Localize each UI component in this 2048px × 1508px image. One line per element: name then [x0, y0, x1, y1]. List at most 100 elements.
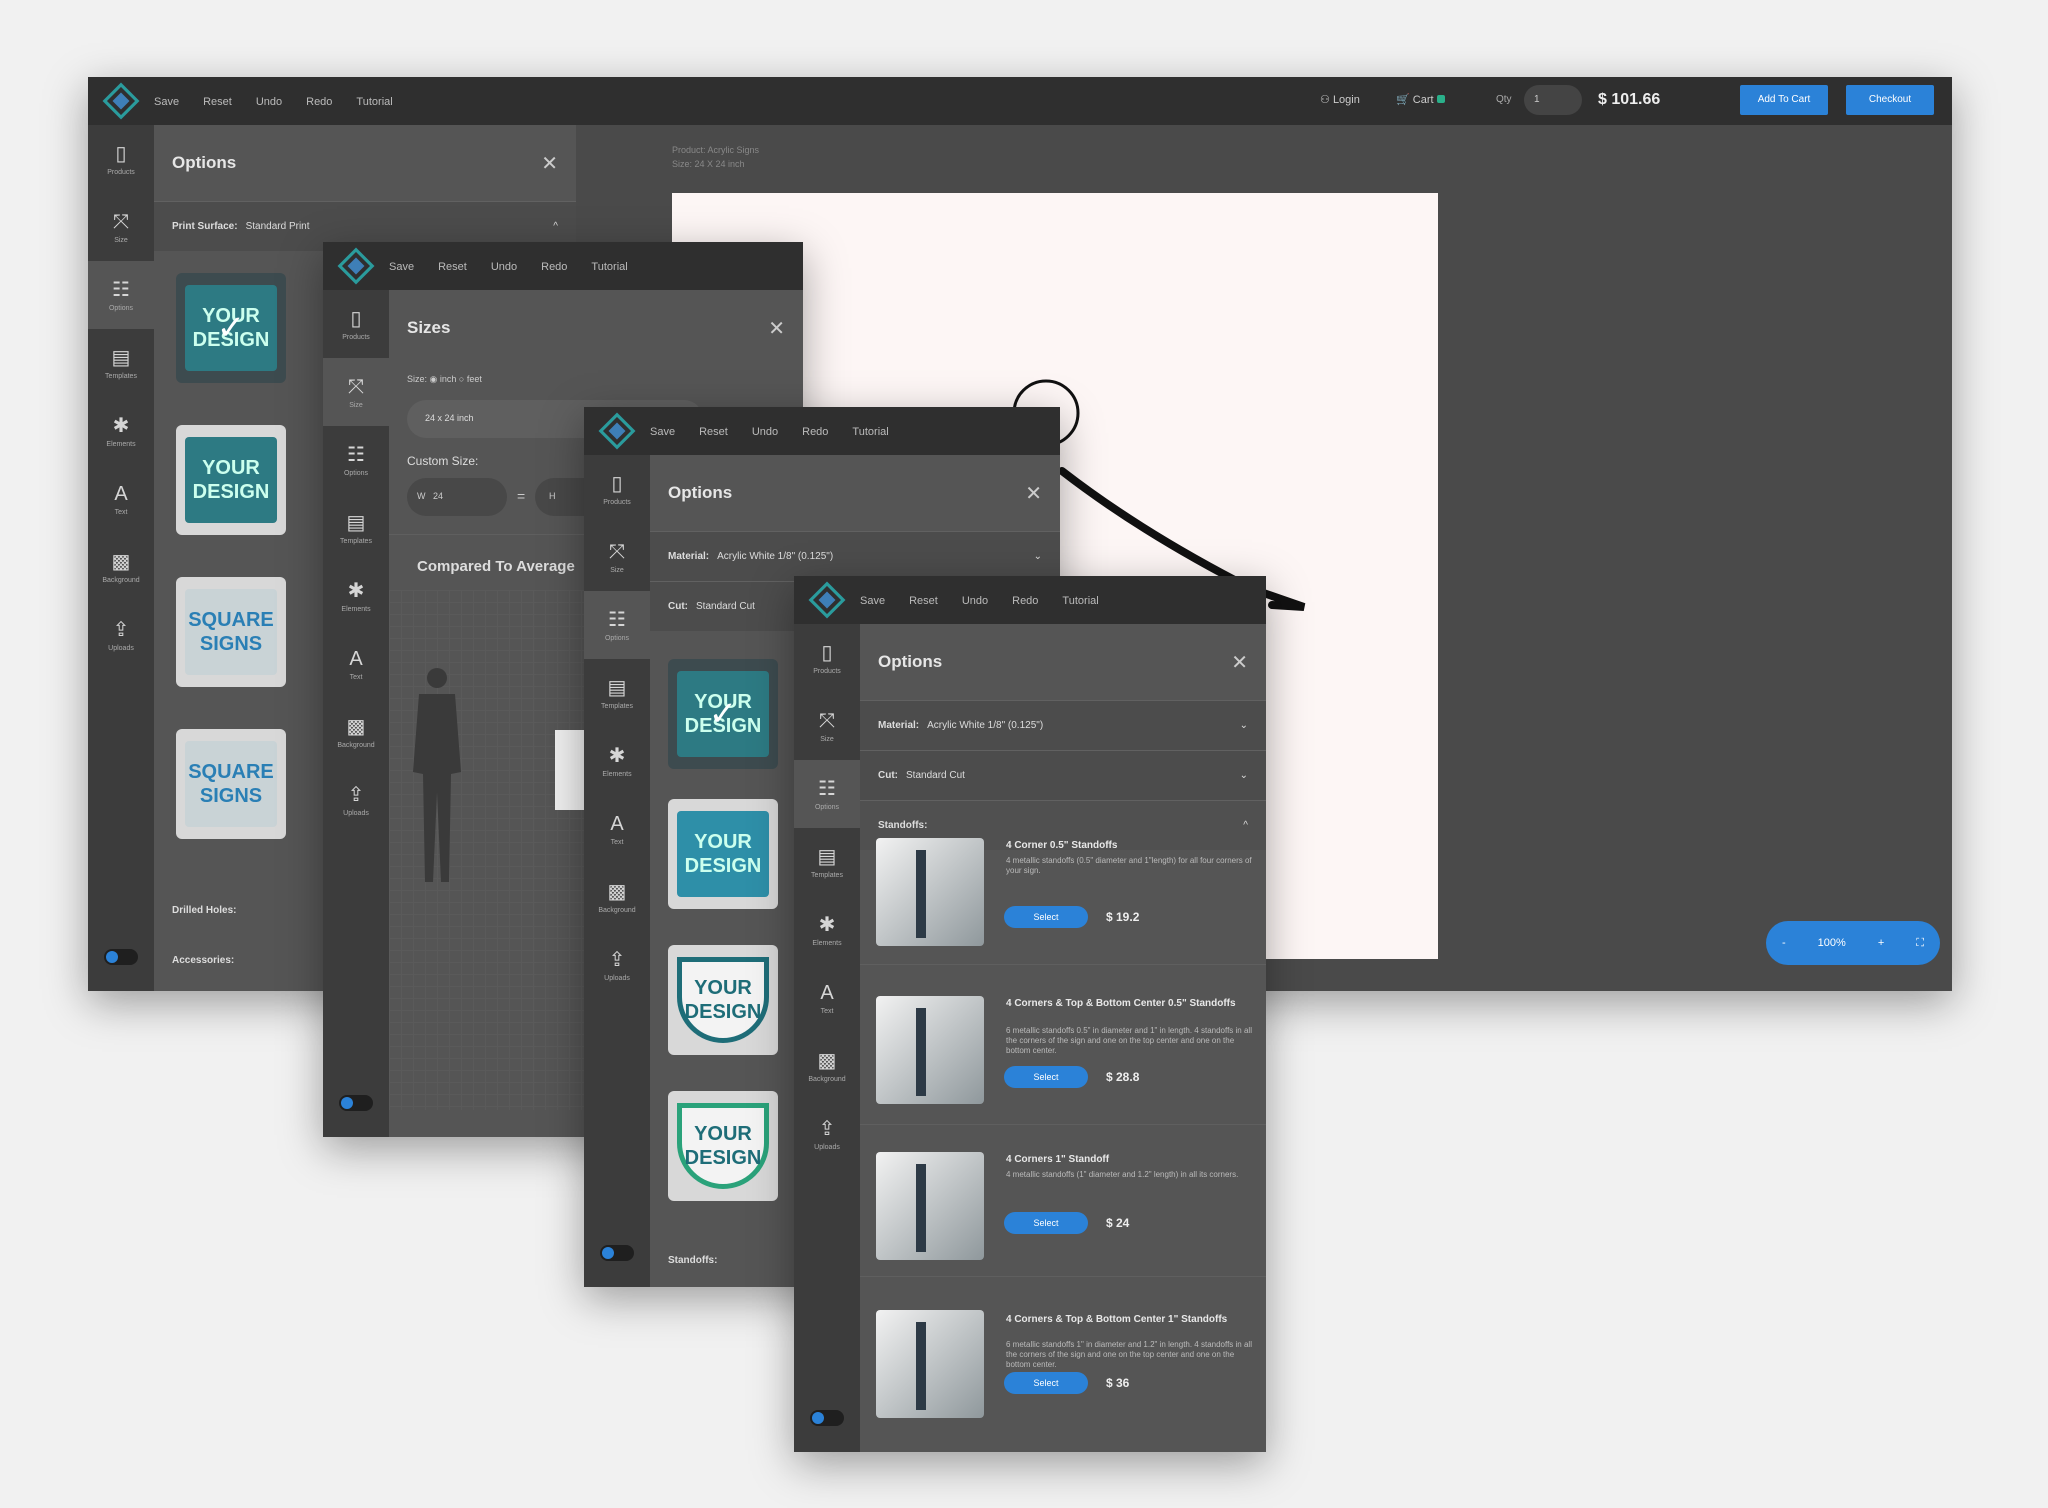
qty-input[interactable]: 1: [1524, 85, 1582, 115]
menu-redo[interactable]: Redo: [306, 96, 332, 108]
login-link[interactable]: ⚇ Login: [1320, 93, 1360, 106]
app-logo[interactable]: [598, 412, 636, 450]
rail-templates[interactable]: ▤ Templates: [584, 659, 650, 727]
checkout-button[interactable]: Checkout: [1846, 85, 1934, 115]
rail-text[interactable]: A Text: [584, 795, 650, 863]
rail-uploads[interactable]: ⇪ Uploads: [794, 1100, 860, 1168]
rail-options[interactable]: ☷ Options: [584, 591, 650, 659]
rail-templates[interactable]: ▤ Templates: [323, 494, 389, 562]
rail-options[interactable]: ☷ Options: [88, 261, 154, 329]
theme-toggle[interactable]: [600, 1245, 634, 1261]
rail-products[interactable]: ▯ Products: [88, 125, 154, 193]
rail-uploads[interactable]: ⇪ Uploads: [323, 766, 389, 834]
rail-products[interactable]: ▯ Products: [323, 290, 389, 358]
rail-elements[interactable]: ✱ Elements: [323, 562, 389, 630]
menu-reset[interactable]: Reset: [699, 426, 728, 438]
menu-redo[interactable]: Redo: [802, 426, 828, 438]
resize-icon: ⤧: [609, 540, 625, 563]
rail-templates[interactable]: ▤ Templates: [794, 828, 860, 896]
print-option-thumb[interactable]: SQUARE SIGNS: [176, 729, 286, 839]
accordion-value: Standard Cut: [696, 601, 755, 612]
accessories-label[interactable]: Accessories:: [172, 955, 234, 966]
theme-toggle[interactable]: [339, 1095, 373, 1111]
rail-background[interactable]: ▩ Background: [794, 1032, 860, 1100]
unit-inch-radio[interactable]: ◉ inch: [430, 374, 457, 384]
rail-elements[interactable]: ✱ Elements: [794, 896, 860, 964]
theme-toggle[interactable]: [104, 949, 138, 965]
rail-background[interactable]: ▩ Background: [584, 863, 650, 931]
drilled-holes-label[interactable]: Drilled Holes:: [172, 905, 236, 916]
rail-options[interactable]: ☷ Options: [794, 760, 860, 828]
menu-reset[interactable]: Reset: [438, 261, 467, 273]
cart-count-badge: [1436, 95, 1445, 103]
menu-tutorial[interactable]: Tutorial: [356, 96, 392, 108]
menu-redo[interactable]: Redo: [1012, 595, 1038, 607]
app-logo[interactable]: [337, 247, 375, 285]
menu-save[interactable]: Save: [389, 261, 414, 273]
menu-undo[interactable]: Undo: [491, 261, 517, 273]
close-icon[interactable]: ✕: [768, 316, 785, 341]
menu-tutorial[interactable]: Tutorial: [591, 261, 627, 273]
width-input[interactable]: W 24: [407, 478, 507, 516]
menu-save[interactable]: Save: [650, 426, 675, 438]
app-logo[interactable]: [102, 82, 140, 120]
menu-tutorial[interactable]: Tutorial: [852, 426, 888, 438]
rail-text[interactable]: A Text: [88, 465, 154, 533]
cart-link[interactable]: 🛒 Cart: [1396, 93, 1445, 106]
rail-size[interactable]: ⤧ Size: [323, 358, 389, 426]
menu-undo[interactable]: Undo: [752, 426, 778, 438]
print-option-thumb[interactable]: SQUARE SIGNS: [176, 577, 286, 687]
rail-products[interactable]: ▯ Products: [794, 624, 860, 692]
select-button[interactable]: Select: [1004, 906, 1088, 928]
close-icon[interactable]: ✕: [1025, 481, 1042, 506]
cut-option-thumb[interactable]: YOUR DESIGN ✓: [668, 659, 778, 769]
select-button[interactable]: Select: [1004, 1212, 1088, 1234]
print-option-thumb[interactable]: YOUR DESIGN ✓: [176, 273, 286, 383]
material-accordion[interactable]: Material: Acrylic White 1/8" (0.125") ⌄: [650, 531, 1060, 581]
print-option-thumb[interactable]: YOUR DESIGN: [176, 425, 286, 535]
menu-save[interactable]: Save: [860, 595, 885, 607]
standoffs-label[interactable]: Standoffs:: [668, 1255, 717, 1266]
select-button[interactable]: Select: [1004, 1372, 1088, 1394]
select-button[interactable]: Select: [1004, 1066, 1088, 1088]
rail-elements[interactable]: ✱ Elements: [584, 727, 650, 795]
rail-uploads[interactable]: ⇪ Uploads: [584, 931, 650, 999]
menu-redo[interactable]: Redo: [541, 261, 567, 273]
cut-option-thumb[interactable]: YOUR DESIGN: [668, 799, 778, 909]
add-to-cart-button[interactable]: Add To Cart: [1740, 85, 1828, 115]
theme-toggle[interactable]: [810, 1410, 844, 1426]
menu-save[interactable]: Save: [154, 96, 179, 108]
menu-tutorial[interactable]: Tutorial: [1062, 595, 1098, 607]
close-icon[interactable]: ✕: [1231, 650, 1248, 675]
rail-background[interactable]: ▩ Background: [323, 698, 389, 766]
unit-feet-radio[interactable]: ○ feet: [459, 374, 482, 384]
rail-background[interactable]: ▩ Background: [88, 533, 154, 601]
templates-icon: ▤: [111, 346, 131, 369]
canvas-info: Product: Acrylic Signs Size: 24 X 24 inch: [672, 143, 759, 171]
fullscreen-icon[interactable]: ⛶: [1916, 937, 1924, 950]
menu-reset[interactable]: Reset: [909, 595, 938, 607]
cut-option-thumb[interactable]: YOUR DESIGN: [668, 1091, 778, 1201]
rail-label: Elements: [106, 440, 136, 448]
cut-accordion[interactable]: Cut: Standard Cut ⌄: [860, 750, 1266, 800]
cut-option-thumb[interactable]: YOUR DESIGN: [668, 945, 778, 1055]
rail-options[interactable]: ☷ Options: [323, 426, 389, 494]
menu-undo[interactable]: Undo: [256, 96, 282, 108]
rail-products[interactable]: ▯ Products: [584, 455, 650, 523]
menu-undo[interactable]: Undo: [962, 595, 988, 607]
rail-uploads[interactable]: ⇪ Uploads: [88, 601, 154, 669]
rail-size[interactable]: ⤧ Size: [794, 692, 860, 760]
rail-text[interactable]: A Text: [323, 630, 389, 698]
material-accordion[interactable]: Material: Acrylic White 1/8" (0.125") ⌄: [860, 700, 1266, 750]
rail-label: Background: [598, 906, 636, 914]
zoom-in-button[interactable]: +: [1878, 937, 1884, 949]
rail-size[interactable]: ⤧ Size: [584, 523, 650, 591]
close-icon[interactable]: ✕: [541, 151, 558, 176]
app-logo[interactable]: [808, 581, 846, 619]
rail-templates[interactable]: ▤ Templates: [88, 329, 154, 397]
zoom-out-button[interactable]: -: [1782, 937, 1786, 949]
rail-size[interactable]: ⤧ Size: [88, 193, 154, 261]
menu-reset[interactable]: Reset: [203, 96, 232, 108]
rail-text[interactable]: A Text: [794, 964, 860, 1032]
rail-elements[interactable]: ✱ Elements: [88, 397, 154, 465]
